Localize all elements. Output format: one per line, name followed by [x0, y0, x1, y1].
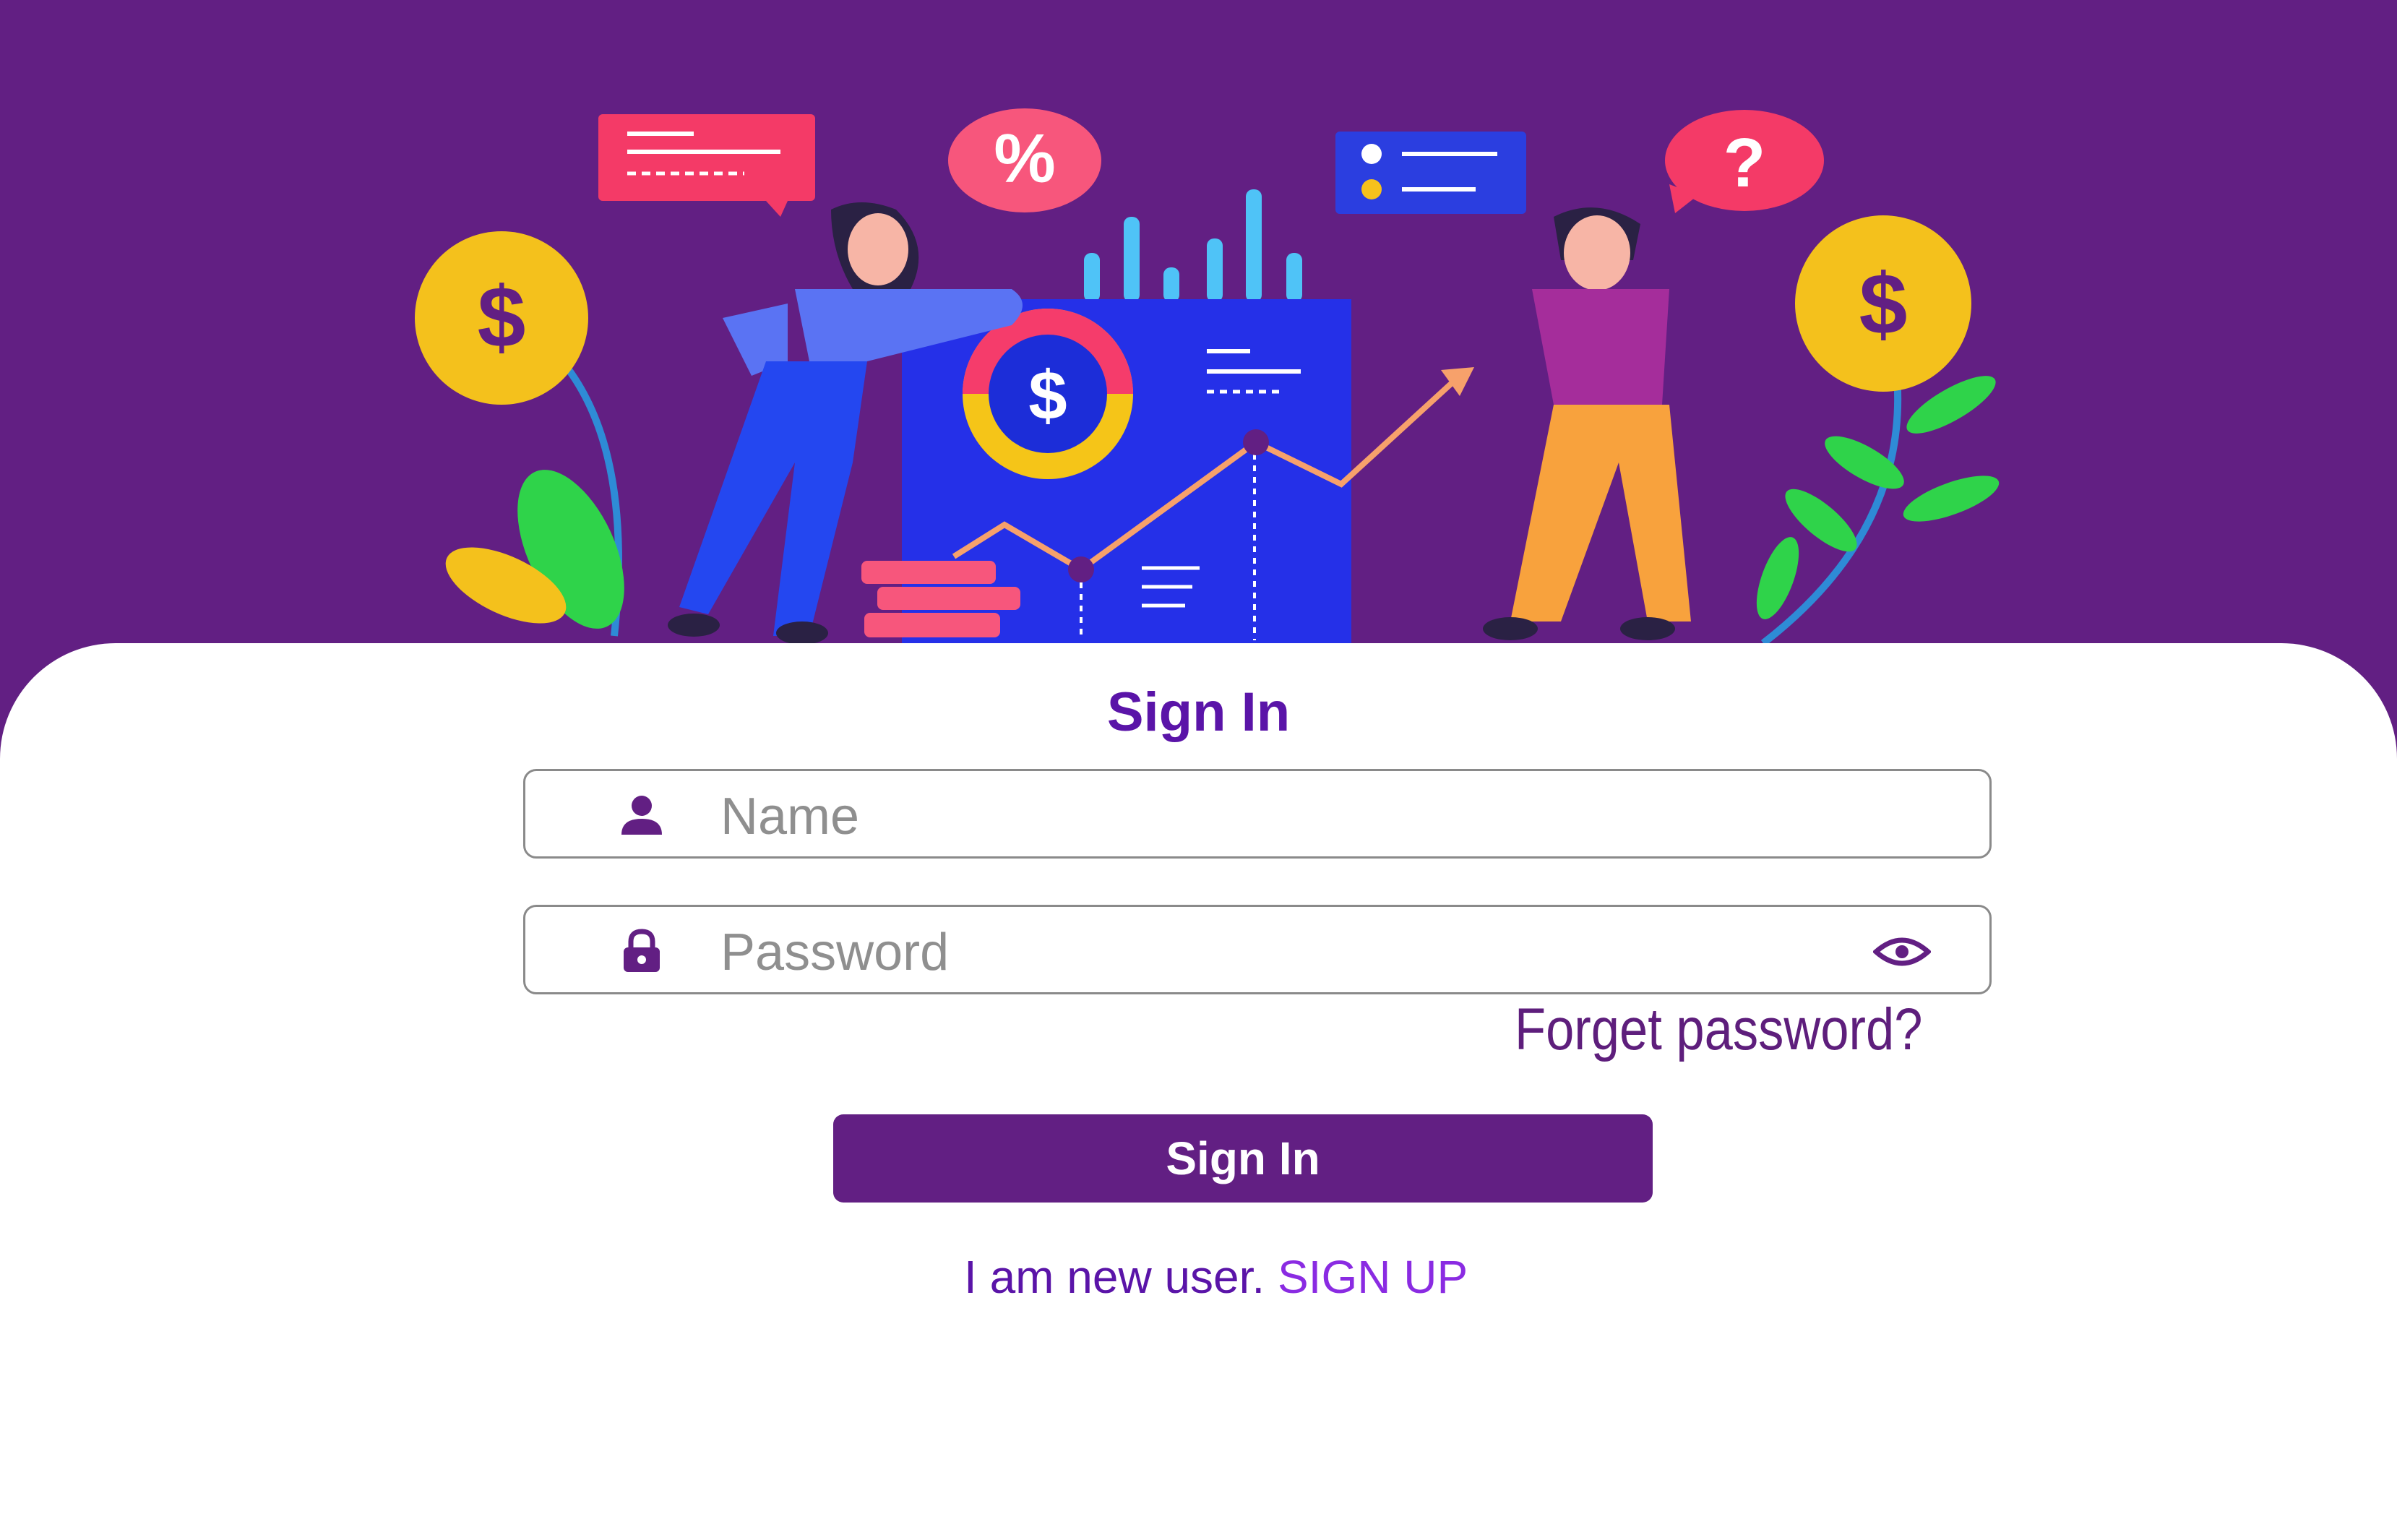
dollar-plant-right-icon: $	[1756, 215, 2000, 646]
name-field[interactable]: Name	[523, 769, 1992, 859]
svg-text:$: $	[1028, 357, 1067, 434]
svg-text:?: ?	[1723, 124, 1766, 202]
sign-up-link[interactable]: SIGN UP	[1278, 1251, 1468, 1303]
password-placeholder: Password	[720, 924, 950, 981]
forgot-password-link[interactable]: Forget password?	[1515, 996, 1922, 1064]
question-icon: ?	[1665, 110, 1824, 213]
chat-bubble-icon	[598, 114, 815, 217]
password-field[interactable]: Password	[523, 905, 1992, 994]
eye-icon[interactable]	[1873, 932, 1931, 972]
new-user-label: I am new user.	[964, 1251, 1265, 1303]
bar-spikes-icon	[1084, 189, 1302, 302]
list-card-icon	[1335, 132, 1526, 214]
user-icon	[621, 796, 662, 835]
man-figure-icon	[1483, 207, 1691, 640]
svg-text:$: $	[478, 269, 526, 366]
lock-icon	[624, 929, 660, 972]
svg-text:%: %	[994, 120, 1055, 197]
svg-text:$: $	[1859, 256, 1908, 353]
percent-icon: %	[948, 108, 1101, 212]
new-user-text: I am new user. SIGN UP	[964, 1250, 1468, 1304]
page-title: Sign In	[1106, 681, 1291, 743]
name-placeholder: Name	[720, 788, 860, 846]
sign-in-button[interactable]: Sign In	[833, 1114, 1653, 1203]
dollar-plant-left-icon: $	[415, 231, 624, 637]
